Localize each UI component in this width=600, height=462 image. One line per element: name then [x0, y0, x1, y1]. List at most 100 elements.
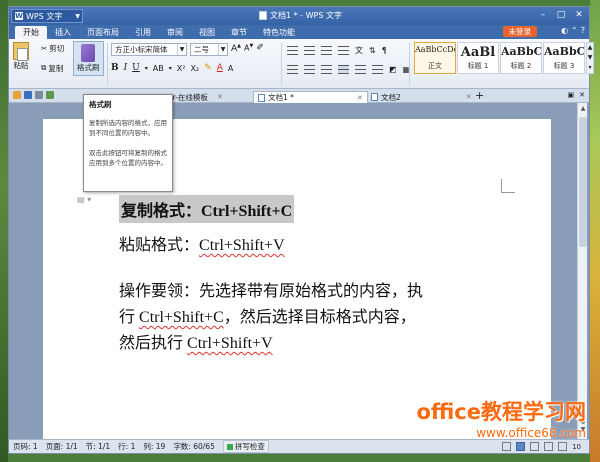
print-icon[interactable]	[35, 91, 43, 99]
status-section[interactable]: 节: 1/1	[86, 441, 110, 452]
doc-tab-document1[interactable]: 文档1 * ✕	[253, 91, 368, 103]
watermark-url: www.office68.com	[476, 426, 586, 440]
tab-view[interactable]: 视图	[191, 26, 223, 39]
scroll-up-icon[interactable]: ▲	[578, 105, 588, 112]
cut-label: 剪切	[49, 43, 65, 53]
reading-view-icon[interactable]	[558, 442, 568, 451]
scissors-icon: ✂	[41, 43, 48, 53]
close-icon[interactable]: ✕	[217, 93, 223, 101]
style-heading-3[interactable]: AaBbC 标题 3	[543, 42, 585, 74]
page-view-icon[interactable]	[516, 442, 526, 451]
text-line[interactable]: 粘贴格式：Ctrl+Shift+V	[119, 233, 479, 259]
align-left-icon[interactable]	[287, 64, 298, 74]
font-color-icon[interactable]: A	[217, 63, 223, 73]
italic-icon[interactable]: I	[124, 63, 128, 73]
paste-options-icon[interactable]: ▤ ▾	[77, 195, 91, 204]
style-heading-1[interactable]: AaBl 标题 1	[457, 42, 499, 74]
justify-icon[interactable]	[338, 64, 349, 74]
new-tab-icon[interactable]: +	[475, 89, 484, 102]
cut-button[interactable]: ✂ 剪切	[41, 41, 64, 55]
numbered-list-icon[interactable]	[304, 45, 315, 55]
bullet-list-icon[interactable]	[287, 45, 298, 55]
folder-icon[interactable]	[13, 91, 21, 99]
decrease-indent-icon[interactable]	[321, 45, 332, 55]
chevron-down-icon[interactable]: ▾	[169, 65, 172, 72]
font-name-value: 方正小标宋简体	[115, 45, 168, 54]
style-sample: AaBbC	[501, 45, 541, 58]
subscript-icon[interactable]: X₂	[190, 64, 199, 73]
shading-icon[interactable]: ◩	[389, 65, 397, 74]
doc-tab-template[interactable]: er-在线模板 ✕	[164, 91, 227, 103]
increase-indent-icon[interactable]	[338, 45, 349, 55]
document-body[interactable]: 复制格式：Ctrl+Shift+C 粘贴格式：Ctrl+Shift+V 操作要领…	[119, 195, 479, 357]
spell-check-button[interactable]: 拼写检查	[222, 440, 269, 453]
font-name-select[interactable]: 方正小标宋简体 ▼	[111, 43, 187, 56]
tab-page-layout[interactable]: 页面布局	[79, 26, 127, 39]
styles-scroll[interactable]: ▲ ▼ ▾	[586, 42, 594, 74]
app-menu-button[interactable]: W WPS 文字 ▼	[11, 9, 83, 23]
font-size-select[interactable]: 二号 ▼	[190, 43, 228, 56]
align-right-icon[interactable]	[321, 64, 332, 74]
minimize-icon[interactable]: –	[535, 8, 551, 22]
skin-icon[interactable]: ◐	[561, 26, 568, 35]
close-icon[interactable]: ✕	[466, 93, 472, 101]
instruction-paragraph[interactable]: 操作要领：先选择带有原始格式的内容，执 行 Ctrl+Shift+C，然后选择目…	[119, 279, 479, 357]
full-screen-view-icon[interactable]	[502, 442, 512, 451]
doc-tab-label: 文档1 *	[268, 93, 294, 102]
style-normal[interactable]: AaBbCcDd 正文	[414, 42, 456, 74]
chevron-down-icon[interactable]: ▾	[145, 65, 148, 72]
tab-close-all-icon[interactable]: ✕	[579, 91, 585, 99]
status-column[interactable]: 列: 19	[143, 441, 165, 452]
distribute-icon[interactable]	[355, 64, 366, 74]
tab-references[interactable]: 引用	[127, 26, 159, 39]
tab-features[interactable]: 特色功能	[255, 26, 303, 39]
doc-tab-document2[interactable]: 文档2 ✕	[367, 91, 476, 103]
tab-insert[interactable]: 插入	[47, 26, 79, 39]
grow-font-icon[interactable]: A▲	[231, 43, 241, 56]
clear-format-icon[interactable]: ✐	[256, 43, 264, 56]
paragraph-line: 操作要领：先选择带有原始格式的内容，执	[119, 283, 424, 300]
close-icon[interactable]: ✕	[571, 8, 587, 22]
status-page[interactable]: 页码: 1	[13, 441, 38, 452]
tab-sections[interactable]: 章节	[223, 26, 255, 39]
chinese-layout-icon[interactable]: 文	[355, 45, 363, 56]
shrink-font-icon[interactable]: A▼	[244, 43, 253, 56]
save-icon[interactable]	[24, 91, 32, 99]
vertical-scrollbar[interactable]: ▲ ▲ ● ▼	[577, 103, 587, 441]
tab-home[interactable]: 开始	[15, 26, 47, 39]
collapse-ribbon-icon[interactable]: ⌃	[571, 26, 578, 35]
outline-view-icon[interactable]	[530, 442, 540, 451]
superscript-icon[interactable]: X²	[177, 64, 186, 73]
zoom-level[interactable]: 10	[572, 443, 581, 451]
status-pages[interactable]: 页面: 1/1	[46, 441, 78, 452]
highlight-icon[interactable]: ✎	[204, 63, 212, 73]
web-view-icon[interactable]	[544, 442, 554, 451]
help-icon[interactable]: ?	[581, 26, 585, 35]
tab-list-icon[interactable]: ▣	[568, 91, 575, 99]
status-row[interactable]: 行: 1	[118, 441, 135, 452]
text-run: 然后执行	[119, 335, 188, 352]
char-shading-icon[interactable]: A	[228, 64, 233, 73]
align-center-icon[interactable]	[304, 64, 315, 74]
login-button[interactable]: 未登录	[502, 26, 537, 37]
bold-icon[interactable]: B	[111, 63, 119, 73]
maximize-icon[interactable]: □	[553, 8, 569, 22]
sort-icon[interactable]: ⇅	[369, 46, 376, 55]
style-label: 标题 1	[467, 62, 489, 70]
format-painter-button[interactable]: 格式刷	[73, 41, 104, 76]
paste-button[interactable]: 粘贴	[13, 42, 29, 71]
strikethrough-icon[interactable]: AB	[153, 64, 164, 73]
scrollbar-thumb[interactable]	[579, 117, 587, 247]
undo-icon[interactable]	[46, 91, 54, 99]
tab-review[interactable]: 审阅	[159, 26, 191, 39]
style-heading-2[interactable]: AaBbC 标题 2	[500, 42, 542, 74]
selected-line[interactable]: 复制格式：Ctrl+Shift+C	[119, 195, 295, 223]
chevron-down-icon: ▼	[218, 44, 227, 55]
show-marks-icon[interactable]: ¶	[382, 46, 387, 55]
paragraph-line: 行 Ctrl+Shift+C，然后选择目标格式内容，	[119, 305, 479, 331]
line-spacing-icon[interactable]	[372, 64, 383, 74]
underline-icon[interactable]: U	[132, 63, 140, 73]
status-word-count[interactable]: 字数: 60/65	[173, 441, 215, 452]
close-icon[interactable]: ✕	[357, 94, 363, 102]
copy-button[interactable]: ⧉ 复制	[41, 61, 64, 75]
